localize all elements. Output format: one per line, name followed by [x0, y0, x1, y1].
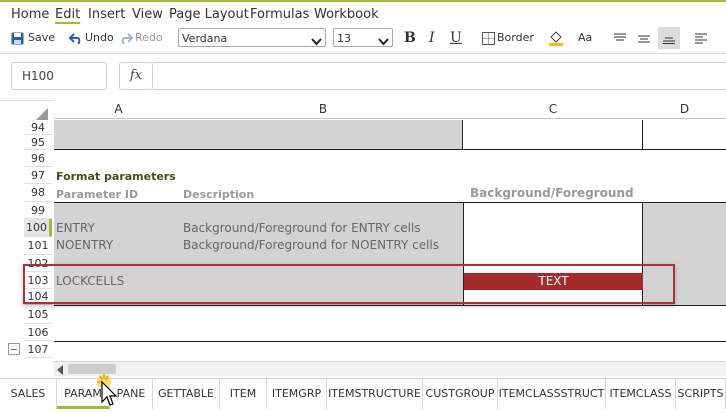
tab-itemgrp[interactable]: ITEMGRP	[267, 379, 327, 409]
font-family-select[interactable]: Verdana	[178, 28, 326, 47]
align-lines-icon	[637, 32, 651, 44]
undo-label: Undo	[85, 31, 114, 44]
undo-button[interactable]: Undo	[69, 27, 114, 49]
collapse-outline-button[interactable]	[8, 343, 20, 355]
grey-block-94-95[interactable]	[54, 120, 463, 150]
border-grid-icon	[482, 31, 495, 45]
mouse-pointer-icon	[96, 374, 120, 413]
bold-button[interactable]: B	[404, 27, 416, 49]
row-header-95[interactable]: 95	[24, 135, 52, 150]
row-header-96[interactable]: 96	[24, 150, 52, 167]
scroll-thumb[interactable]	[68, 364, 116, 374]
row-header-105[interactable]: 105	[24, 305, 52, 324]
toolbar: Save Undo Redo Verdana 13 B I U Border A…	[0, 27, 726, 49]
column-header-a[interactable]: A	[54, 100, 183, 119]
font-family-value: Verdana	[182, 32, 228, 45]
horizontal-scrollbar[interactable]	[54, 361, 726, 376]
section-title: Format parameters	[56, 170, 176, 183]
top-accent-line	[0, 0, 726, 2]
entry-description: Background/Foreground for ENTRY cells	[183, 221, 421, 235]
font-size-select[interactable]: 13	[333, 28, 393, 47]
chevron-down-icon	[311, 33, 322, 52]
tab-scripts[interactable]: SCRIPTS	[676, 379, 726, 409]
row-header-101[interactable]: 101	[24, 237, 52, 255]
align-bottom-button[interactable]	[658, 27, 680, 49]
redo-button[interactable]: Redo	[119, 27, 163, 49]
cell-c94-c95[interactable]	[463, 120, 643, 150]
menu-page-layout[interactable]: Page Layout	[169, 4, 249, 26]
tab-itemclass[interactable]: ITEMCLASS	[606, 379, 676, 409]
menu-workbook[interactable]: Workbook	[314, 4, 379, 26]
row-header-98[interactable]: 98	[24, 184, 52, 202]
column-header-b[interactable]: B	[183, 100, 463, 119]
tab-itemstructure[interactable]: ITEMSTRUCTURE	[327, 379, 423, 409]
menu-insert[interactable]: Insert	[88, 4, 125, 26]
highlight-frame	[23, 264, 675, 304]
align-lines-icon	[662, 32, 676, 44]
name-box[interactable]: H100	[11, 62, 107, 90]
border-button[interactable]: Border	[482, 27, 534, 49]
redo-label: Redo	[135, 31, 163, 44]
align-left-button[interactable]	[694, 27, 708, 49]
tab-sales[interactable]: SALES	[0, 379, 57, 409]
column-header-d[interactable]: D	[643, 100, 726, 119]
spreadsheet-grid: A B C D 94 95 96 97 98 99 100 101 102 10…	[0, 100, 726, 360]
menu-formulas[interactable]: Formulas	[250, 4, 309, 26]
save-label: Save	[28, 31, 56, 44]
tab-item[interactable]: ITEM	[220, 379, 267, 409]
row-header-106[interactable]: 106	[24, 324, 52, 341]
row-divider-106	[54, 341, 726, 342]
bg-fg-header: Background/Foreground	[470, 186, 634, 200]
menu-bar: Home Edit Insert View Page Layout Formul…	[0, 4, 726, 26]
italic-button[interactable]: I	[429, 27, 435, 49]
scroll-left-icon[interactable]	[56, 364, 64, 378]
row-divider-95	[54, 149, 726, 150]
align-middle-button[interactable]	[637, 27, 651, 49]
redo-arrow-icon	[119, 32, 133, 44]
row-header-97[interactable]: 97	[24, 167, 52, 184]
menu-home[interactable]: Home	[11, 4, 49, 26]
row-header-94[interactable]: 94	[24, 120, 52, 135]
fill-bucket-icon	[548, 30, 564, 46]
formula-bar: H100 fx	[0, 53, 726, 101]
menu-edit[interactable]: Edit	[55, 4, 80, 26]
tab-custgroup[interactable]: CUSTGROUP	[423, 379, 498, 409]
align-lines-icon	[613, 32, 627, 44]
tab-itemclassstruct[interactable]: ITEMCLASSSTRUCT	[498, 379, 606, 409]
column-header-c[interactable]: C	[463, 100, 643, 119]
chevron-down-icon	[378, 33, 389, 52]
noentry-description: Background/Foreground for NOENTRY cells	[183, 238, 440, 252]
undo-arrow-icon	[69, 32, 83, 44]
text-case-button[interactable]: Aa	[578, 27, 592, 49]
select-all-corner[interactable]	[36, 108, 48, 120]
align-top-button[interactable]	[613, 27, 627, 49]
row-header-99[interactable]: 99	[24, 202, 52, 219]
save-button[interactable]: Save	[11, 27, 55, 49]
border-label: Border	[497, 31, 534, 44]
underline-button[interactable]: U	[450, 27, 462, 49]
parameter-id-header: Parameter ID	[56, 188, 139, 201]
save-disk-icon	[11, 32, 24, 45]
entry-id: ENTRY	[56, 221, 95, 235]
formula-input[interactable]	[153, 62, 726, 90]
description-header: Description	[183, 188, 255, 201]
row-header-100[interactable]: 100	[24, 219, 52, 237]
function-button[interactable]: fx	[119, 62, 153, 90]
row-divider-104	[54, 305, 726, 306]
row-header-107[interactable]: 107	[24, 341, 52, 358]
noentry-id: NOENTRY	[56, 238, 114, 252]
menu-view[interactable]: View	[132, 4, 163, 26]
font-size-value: 13	[337, 32, 351, 45]
fill-color-button[interactable]	[548, 27, 564, 49]
tab-gettable[interactable]: GETTABLE	[153, 379, 220, 409]
align-lines-icon	[694, 32, 708, 44]
